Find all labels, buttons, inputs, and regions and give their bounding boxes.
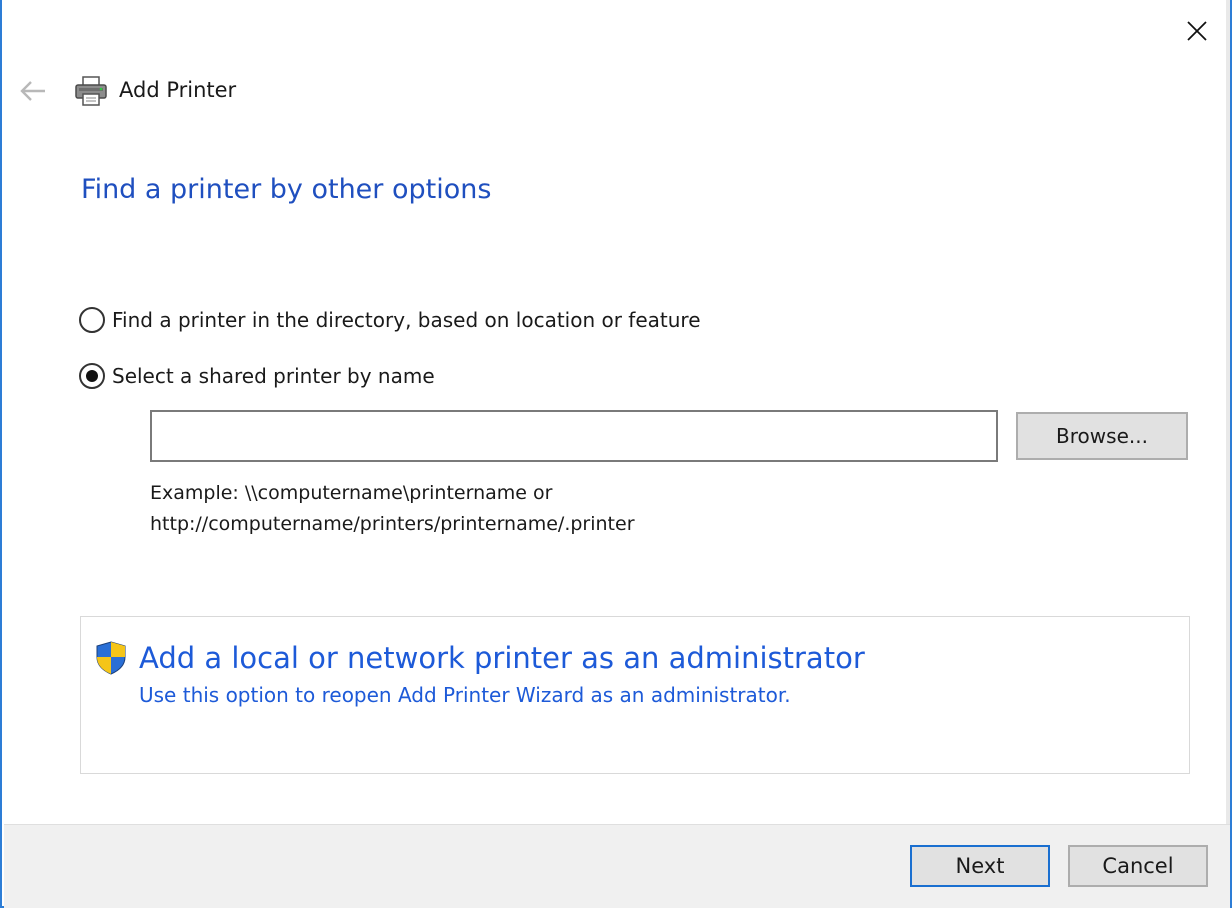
option-find-in-directory[interactable]: Find a printer in the directory, based o… bbox=[79, 307, 701, 333]
wizard-footer: Next Cancel bbox=[4, 824, 1230, 908]
window-title: Add Printer bbox=[119, 78, 237, 102]
example-text: Example: \\computername\printername or h… bbox=[150, 478, 635, 540]
add-as-administrator-link[interactable]: Add a local or network printer as an adm… bbox=[80, 616, 1190, 774]
uac-shield-icon bbox=[96, 641, 126, 675]
example-line-2: http://computername/printers/printername… bbox=[150, 513, 635, 535]
back-button[interactable] bbox=[16, 76, 50, 106]
close-icon bbox=[1187, 21, 1207, 41]
shared-printer-name-input[interactable] bbox=[150, 410, 998, 462]
admin-link-subtitle: Use this option to reopen Add Printer Wi… bbox=[139, 683, 791, 707]
add-printer-window: Add Printer Find a printer by other opti… bbox=[0, 0, 1232, 908]
printer-icon bbox=[75, 76, 107, 106]
next-button[interactable]: Next bbox=[910, 845, 1050, 887]
option-label: Find a printer in the directory, based o… bbox=[112, 308, 701, 332]
option-select-shared-printer[interactable]: Select a shared printer by name bbox=[79, 363, 435, 389]
radio-selected-dot bbox=[86, 370, 98, 382]
browse-button[interactable]: Browse... bbox=[1016, 412, 1188, 460]
arrow-left-icon bbox=[20, 81, 45, 101]
page-heading: Find a printer by other options bbox=[81, 174, 492, 205]
cancel-button[interactable]: Cancel bbox=[1068, 845, 1208, 887]
radio-select-shared-printer[interactable] bbox=[79, 363, 105, 389]
close-button[interactable] bbox=[1174, 12, 1220, 50]
example-line-1: Example: \\computername\printername or bbox=[150, 482, 553, 504]
option-label: Select a shared printer by name bbox=[112, 364, 435, 388]
window-edge bbox=[1226, 0, 1230, 908]
admin-link-title[interactable]: Add a local or network printer as an adm… bbox=[139, 641, 865, 675]
radio-find-in-directory[interactable] bbox=[79, 307, 105, 333]
